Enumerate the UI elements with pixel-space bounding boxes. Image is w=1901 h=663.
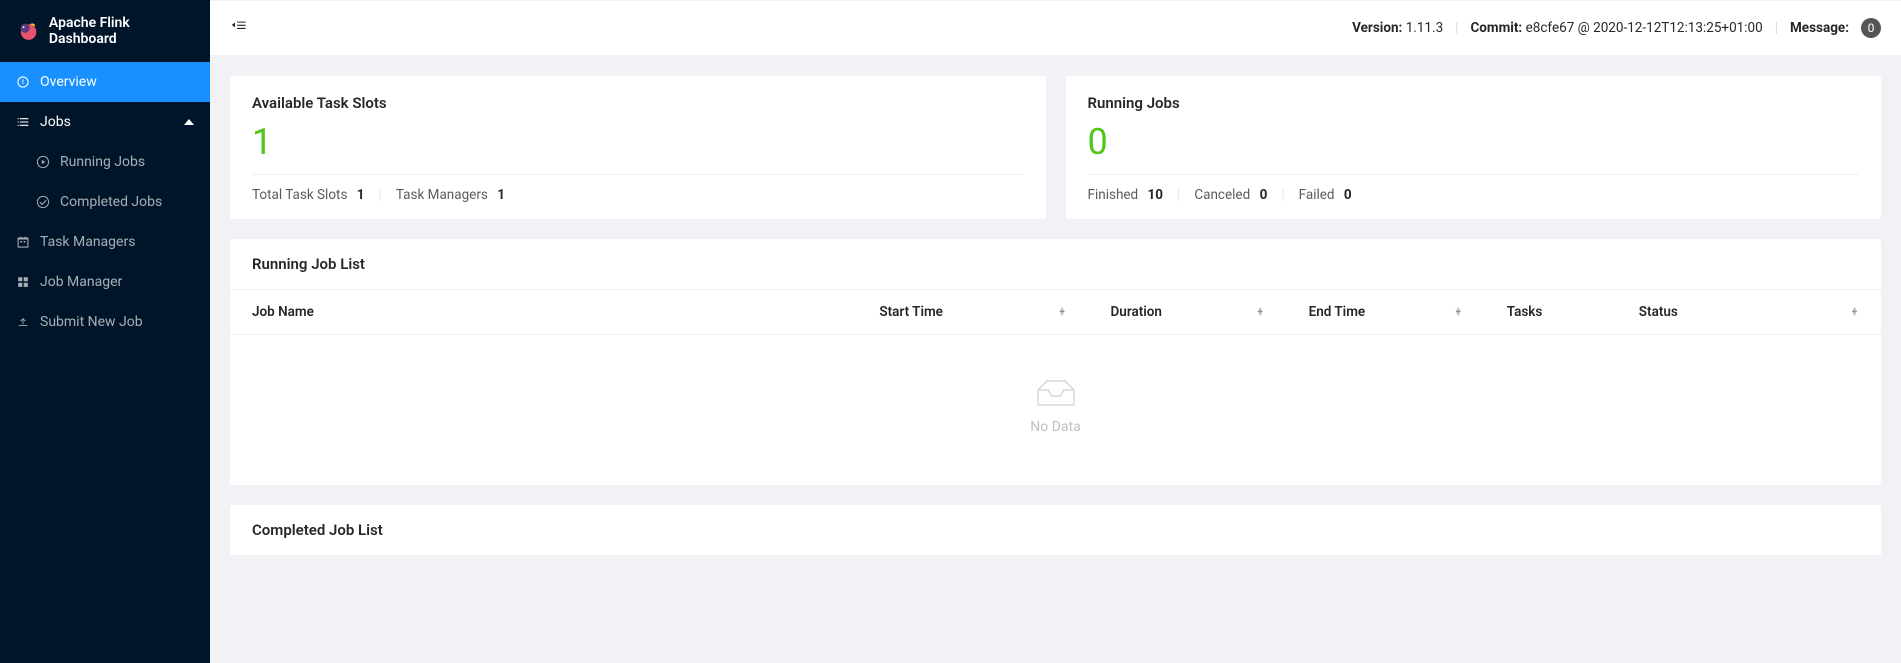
card-available-task-slots: Available Task Slots 1 Total Task Slots … xyxy=(230,76,1046,219)
sidebar-item-label: Completed Jobs xyxy=(60,194,162,210)
flink-logo-icon xyxy=(16,19,39,43)
chevron-up-icon xyxy=(184,117,194,128)
topbar: Version: 1.11.3 | Commit: e8cfe67 @ 2020… xyxy=(210,0,1901,56)
total-task-slots: Total Task Slots 1 xyxy=(252,187,365,203)
sort-icon: ▲▼ xyxy=(1256,308,1265,316)
card-value: 0 xyxy=(1088,124,1860,160)
sidebar-menu: Overview Jobs Running Jobs Completed Job… xyxy=(0,62,210,342)
sidebar-item-label: Task Managers xyxy=(40,234,135,250)
check-circle-icon xyxy=(36,195,50,209)
content: Available Task Slots 1 Total Task Slots … xyxy=(210,56,1901,576)
col-label: Job Name xyxy=(252,304,314,320)
panel-head: Completed Job List xyxy=(230,505,1881,556)
panel-running-job-list: Running Job List Job Name Start Time ▲▼ xyxy=(230,239,1881,485)
col-tasks[interactable]: Tasks xyxy=(1485,290,1617,335)
separator: | xyxy=(379,187,382,203)
dashboard-icon xyxy=(16,75,30,89)
schedule-icon xyxy=(16,235,30,249)
sidebar-item-overview[interactable]: Overview xyxy=(0,62,210,102)
col-duration[interactable]: Duration ▲▼ xyxy=(1089,290,1287,335)
panel-title: Running Job List xyxy=(252,255,1859,273)
version-label: Version: xyxy=(1352,20,1402,36)
col-label: Duration xyxy=(1111,304,1162,320)
failed: Failed 0 xyxy=(1299,187,1352,203)
brand-title: Apache Flink Dashboard xyxy=(49,15,194,47)
label: Canceled xyxy=(1194,187,1250,203)
sort-icon: ▲▼ xyxy=(1454,308,1463,316)
build-icon xyxy=(16,275,30,289)
card-running-jobs: Running Jobs 0 Finished 10 | Canceled 0 … xyxy=(1066,76,1882,219)
task-managers: Task Managers 1 xyxy=(396,187,505,203)
col-label: Status xyxy=(1639,304,1678,320)
label: Task Managers xyxy=(396,187,488,203)
sidebar-item-label: Running Jobs xyxy=(60,154,145,170)
sidebar-group-label: Jobs xyxy=(40,114,71,130)
card-footer: Total Task Slots 1 | Task Managers 1 xyxy=(252,187,1024,203)
commit-label: Commit: xyxy=(1470,20,1522,36)
col-label: End Time xyxy=(1309,304,1366,320)
value: 1 xyxy=(357,187,365,203)
header-meta: Version: 1.11.3 | Commit: e8cfe67 @ 2020… xyxy=(1352,18,1881,38)
card-footer: Finished 10 | Canceled 0 | Failed 0 xyxy=(1088,187,1860,203)
empty-text: No Data xyxy=(230,419,1881,435)
panel-head: Running Job List xyxy=(230,239,1881,290)
panel-completed-job-list: Completed Job List xyxy=(230,505,1881,556)
commit: Commit: e8cfe67 @ 2020-12-12T12:13:25+01… xyxy=(1470,20,1762,36)
separator: | xyxy=(1775,20,1778,36)
card-title: Available Task Slots xyxy=(252,94,1024,112)
sidebar-item-label: Job Manager xyxy=(40,274,122,290)
value: 0 xyxy=(1344,187,1352,203)
col-job-name[interactable]: Job Name xyxy=(230,290,857,335)
label: Finished xyxy=(1088,187,1139,203)
message-label: Message: xyxy=(1790,20,1849,36)
running-jobs-table: Job Name Start Time ▲▼ Duration ▲▼ xyxy=(230,290,1881,485)
col-start-time[interactable]: Start Time ▲▼ xyxy=(857,290,1088,335)
separator: | xyxy=(1177,187,1180,203)
card-title: Running Jobs xyxy=(1088,94,1860,112)
value: 0 xyxy=(1260,187,1268,203)
col-label: Start Time xyxy=(879,304,943,320)
label: Failed xyxy=(1299,187,1335,203)
divider xyxy=(252,174,1024,175)
col-end-time[interactable]: End Time ▲▼ xyxy=(1287,290,1485,335)
play-circle-icon xyxy=(36,155,50,169)
brand: Apache Flink Dashboard xyxy=(0,0,210,62)
sidebar-item-submit-new-job[interactable]: Submit New Job xyxy=(0,302,210,342)
sidebar-item-label: Submit New Job xyxy=(40,314,143,330)
message: Message: xyxy=(1790,20,1849,36)
sidebar: Apache Flink Dashboard Overview Jobs Run… xyxy=(0,0,210,663)
divider xyxy=(1088,174,1860,175)
panel-title: Completed Job List xyxy=(252,521,1859,539)
sidebar-item-job-manager[interactable]: Job Manager xyxy=(0,262,210,302)
label: Total Task Slots xyxy=(252,187,347,203)
sort-icon: ▲▼ xyxy=(1850,308,1859,316)
finished: Finished 10 xyxy=(1088,187,1164,203)
message-count-badge[interactable]: 0 xyxy=(1861,18,1881,38)
card-value: 1 xyxy=(252,124,1024,160)
value: 1 xyxy=(497,187,505,203)
main: Version: 1.11.3 | Commit: e8cfe67 @ 2020… xyxy=(210,0,1901,663)
bars-icon xyxy=(16,115,30,129)
version-value: 1.11.3 xyxy=(1406,20,1443,36)
inbox-icon xyxy=(230,375,1881,411)
commit-hash: e8cfe67 xyxy=(1526,20,1575,36)
separator: | xyxy=(1281,187,1284,203)
sidebar-item-running-jobs[interactable]: Running Jobs xyxy=(0,142,210,182)
stat-cards-row: Available Task Slots 1 Total Task Slots … xyxy=(230,76,1881,219)
sort-icon: ▲▼ xyxy=(1058,308,1067,316)
separator: | xyxy=(1455,20,1458,36)
value: 10 xyxy=(1148,187,1164,203)
sidebar-group-jobs[interactable]: Jobs xyxy=(0,102,210,142)
sidebar-item-label: Overview xyxy=(40,74,97,90)
col-status[interactable]: Status ▲▼ xyxy=(1617,290,1881,335)
menu-fold-icon[interactable] xyxy=(230,17,248,39)
sidebar-item-completed-jobs[interactable]: Completed Jobs xyxy=(0,182,210,222)
sidebar-item-task-managers[interactable]: Task Managers xyxy=(0,222,210,262)
commit-ts: @ 2020-12-12T12:13:25+01:00 xyxy=(1578,20,1763,36)
upload-icon xyxy=(16,315,30,329)
version: Version: 1.11.3 xyxy=(1352,20,1443,36)
col-label: Tasks xyxy=(1507,304,1543,320)
canceled: Canceled 0 xyxy=(1194,187,1267,203)
empty-state: No Data xyxy=(230,335,1881,485)
